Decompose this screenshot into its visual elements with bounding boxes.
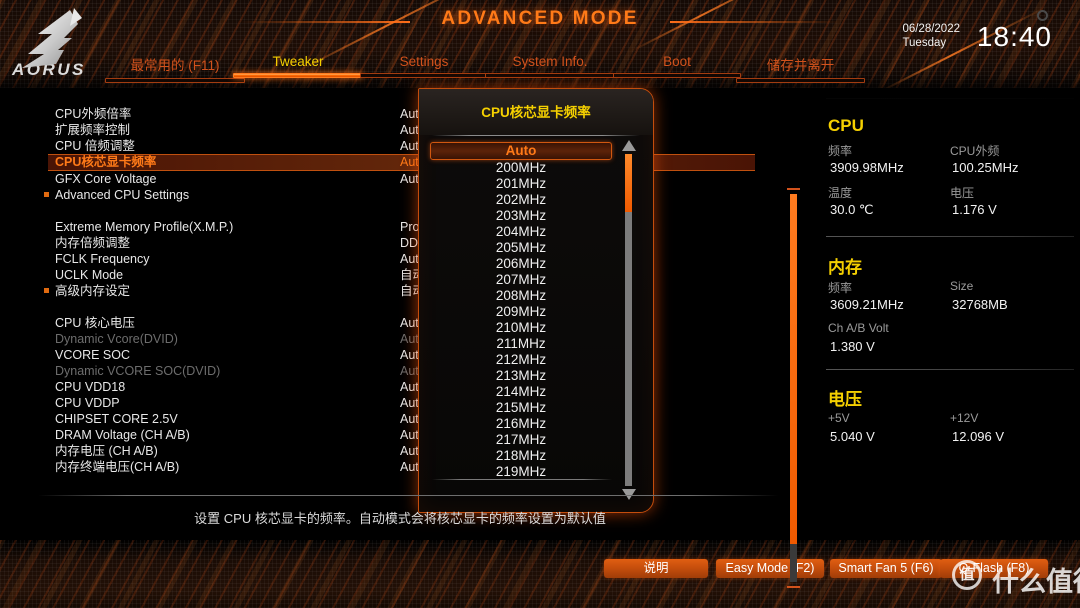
nav-tab-1[interactable]: Tweaker <box>233 54 363 78</box>
settings-row-label: VCORE SOC <box>55 348 131 362</box>
hwmon-field-value: 5.040 V <box>830 429 875 444</box>
settings-row-label: Advanced CPU Settings <box>55 188 190 202</box>
hardware-monitor-panel: CPU 频率 3909.98MHz CPU外频 100.25MHz 温度 30.0 ℃ 电压 1… <box>820 88 1080 518</box>
hwmon-section-title: CPU <box>828 116 864 135</box>
settings-row-label: 内存电压 (CH A/B) <box>55 444 158 458</box>
dialog-title: CPU核芯显卡频率 <box>481 105 591 120</box>
hwmon-field-value: 100.25MHz <box>952 160 1019 175</box>
nav-tab-3[interactable]: System Info. <box>485 54 615 78</box>
nav-tab-underline <box>105 78 245 83</box>
hwmon-field-label: CPU外频 <box>950 144 1000 158</box>
settings-row-label: DRAM Voltage (CH A/B) <box>55 428 190 442</box>
system-time: 18:40 <box>976 21 1052 52</box>
nav-tab-underline <box>485 73 615 78</box>
watermark-badge: 值 <box>952 560 982 590</box>
settings-row-label: 高级内存设定 <box>55 284 131 298</box>
settings-row-label: CHIPSET CORE 2.5V <box>55 412 178 426</box>
nav-tab-4[interactable]: Boot <box>613 54 741 78</box>
igpu-frequency-dialog: CPU核芯显卡频率 Auto 200MHz 201MHz 202MHz 203MHz 20… <box>410 82 662 519</box>
gear-icon[interactable] <box>1037 10 1048 21</box>
watermark-text: 什么值得买 <box>992 567 1080 597</box>
hwmon-field-value: 3909.98MHz <box>830 160 904 175</box>
submenu-bullet-icon <box>44 288 49 293</box>
dialog-scrollbar[interactable] <box>618 140 640 500</box>
settings-row-label: CPU 倍频调整 <box>55 139 135 153</box>
hwmon-divider <box>826 236 1074 237</box>
main-nav-tabs: 最常用的 (F11) Tweaker Settings System Info. Boo… <box>105 54 865 84</box>
dialog-option-list[interactable]: Auto 200MHz 201MHz 202MHz 203MHz 204MHz 205MHz… <box>430 142 612 479</box>
hwmon-field-value: 3609.21MHz <box>830 297 904 312</box>
nav-tab-label: System Info. <box>512 54 588 69</box>
nav-tab-label: 储存并离开 <box>766 58 835 73</box>
settings-row-label: CPU VDDP <box>55 396 120 410</box>
bottom-button-2[interactable]: Smart Fan 5 (F6) <box>830 559 942 578</box>
hwmon-field-value: 32768MB <box>952 297 1008 312</box>
hwmon-field-label: +5V <box>828 411 850 425</box>
weekday-value: Tuesday <box>902 37 947 49</box>
hwmon-field-label: 频率 <box>828 281 853 295</box>
hwmon-divider <box>826 98 1074 99</box>
hwmon-field-label: 温度 <box>828 186 853 200</box>
help-description: 设置 CPU 核芯显卡的频率。自动模式会将核芯显卡的频率设置为默认值 <box>194 511 606 526</box>
hwmon-field-value: 12.096 V <box>952 429 1005 444</box>
settings-row-label: CPU核芯显卡频率 <box>55 155 157 169</box>
scrollbar-cap-bottom <box>787 586 800 588</box>
nav-tab-2[interactable]: Settings <box>360 54 488 78</box>
page-scrollbar[interactable] <box>787 188 800 588</box>
bottom-bar: 说明 Easy Mode (F2) Smart Fan 5 (F6) Q-Flash … <box>0 540 1080 608</box>
bottom-button-0[interactable]: 说明 <box>604 559 708 578</box>
settings-row-label: 内存终端电压(CH A/B) <box>55 460 180 474</box>
settings-row-label: 内存倍频调整 <box>55 236 131 250</box>
hwmon-field-label: +12V <box>950 411 979 425</box>
settings-row-label: UCLK Mode <box>55 268 124 282</box>
settings-row-label: CPU VDD18 <box>55 380 126 394</box>
scrollbar-thumb[interactable] <box>790 194 797 544</box>
nav-tab-underline <box>613 73 741 78</box>
submenu-bullet-icon <box>44 192 49 197</box>
date-value: 06/28/2022 <box>902 23 960 35</box>
system-date: 06/28/2022 Tuesday <box>902 22 960 50</box>
nav-tab-label: Boot <box>663 54 691 69</box>
hwmon-field-label: 电压 <box>950 186 975 200</box>
scroll-up-arrow-icon[interactable] <box>622 140 636 151</box>
bottom-button-1[interactable]: Easy Mode (F2) <box>716 559 824 578</box>
nav-tab-underline <box>736 78 865 83</box>
nav-tab-label: 最常用的 (F11) <box>130 58 220 73</box>
settings-row-label: Dynamic VCORE SOC(DVID) <box>55 364 221 378</box>
nav-tab-underline <box>233 73 363 78</box>
hwmon-section-title: 电压 <box>828 390 862 409</box>
settings-row-label: Dynamic Vcore(DVID) <box>55 332 178 346</box>
nav-tab-underline <box>360 73 488 78</box>
nav-tab-label: Tweaker <box>272 54 324 69</box>
scrollbar-cap-top <box>787 188 800 190</box>
hwmon-field-label: 频率 <box>828 144 853 158</box>
nav-tab-0[interactable]: 最常用的 (F11) <box>105 54 245 83</box>
hwmon-field-value: 1.176 V <box>952 202 997 217</box>
settings-row-label: CPU外频倍率 <box>55 107 132 121</box>
settings-row-label: GFX Core Voltage <box>55 172 157 186</box>
settings-row-label: 扩展频率控制 <box>55 123 131 137</box>
settings-row-label: CPU 核心电压 <box>55 316 135 330</box>
hwmon-field-value: 1.380 V <box>830 339 875 354</box>
settings-row-label: FCLK Frequency <box>55 252 150 266</box>
dialog-divider-bottom <box>432 479 612 480</box>
help-separator <box>38 495 778 496</box>
hwmon-section-title: 内存 <box>828 258 862 277</box>
settings-row-label: Extreme Memory Profile(X.M.P.) <box>55 220 234 234</box>
hwmon-divider <box>826 369 1074 370</box>
hwmon-field-label: Ch A/B Volt <box>828 321 889 335</box>
dialog-divider-top <box>432 135 640 136</box>
hwmon-field-value: 30.0 ℃ <box>830 202 874 217</box>
nav-tab-5[interactable]: 储存并离开 <box>736 54 865 83</box>
hwmon-field-label: Size <box>950 279 974 293</box>
nav-tab-label: Settings <box>399 54 449 69</box>
dialog-scrollbar-thumb[interactable] <box>625 154 632 212</box>
